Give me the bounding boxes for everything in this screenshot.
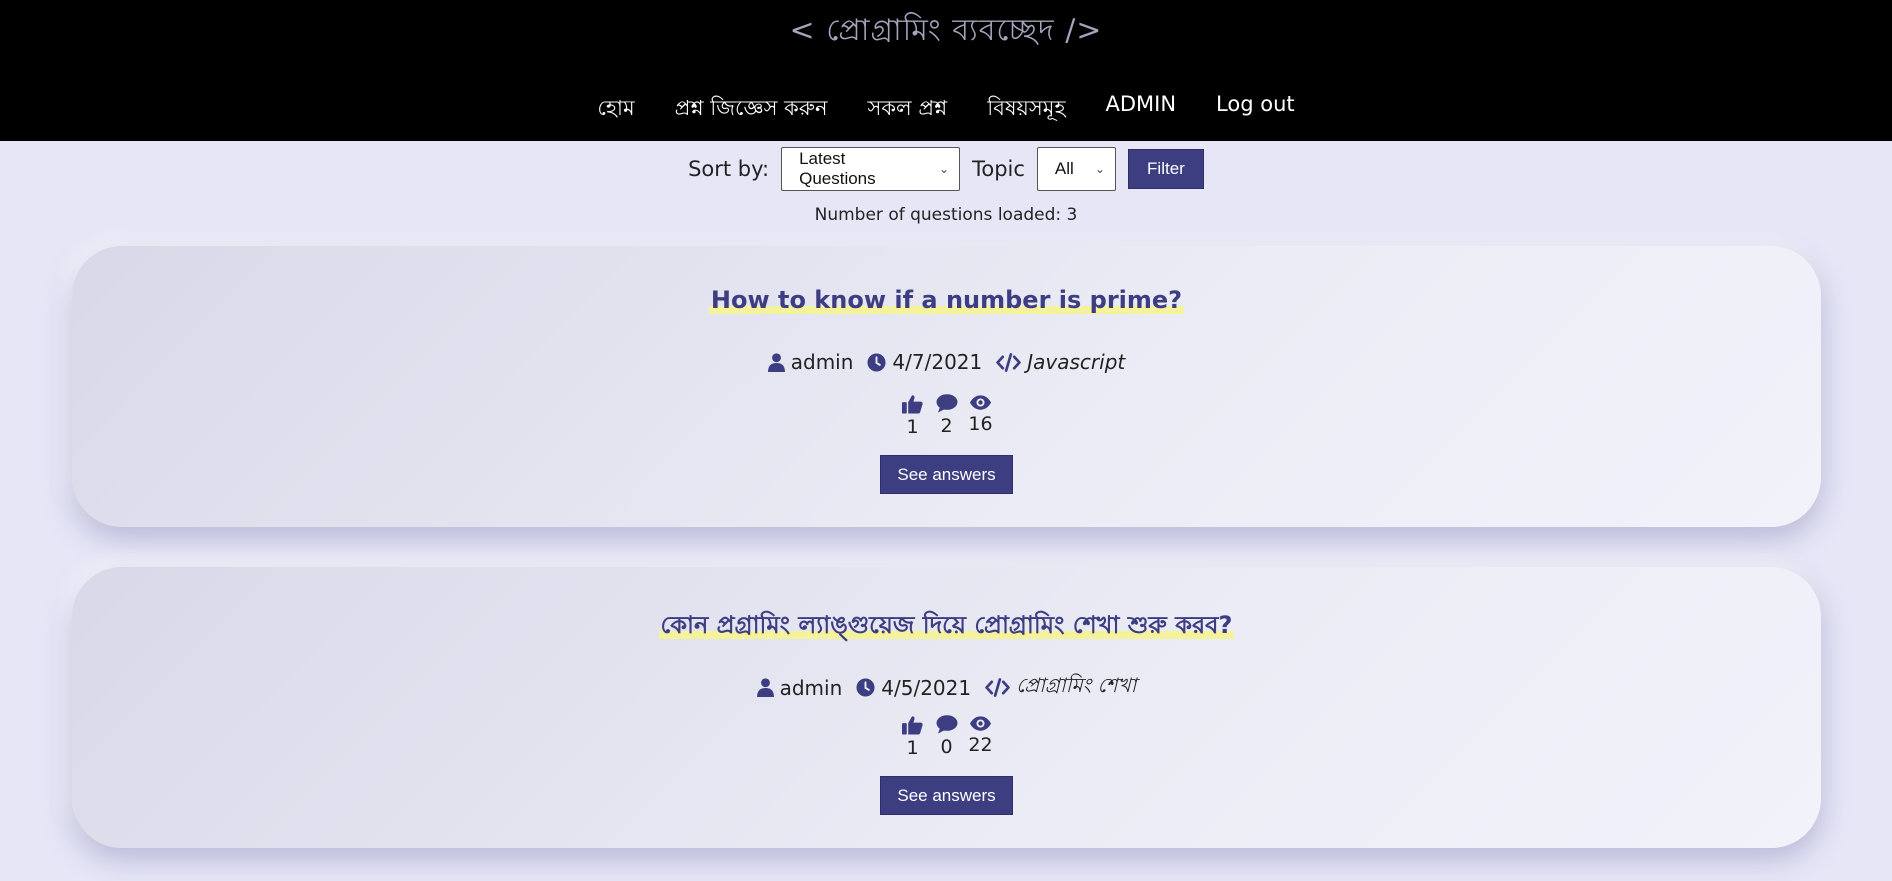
question-card: How to know if a number is prime? admin … <box>72 246 1821 527</box>
filter-bar: Sort by: Latest Questions ⌄ Topic All ⌄ … <box>0 147 1892 191</box>
question-card: কোন প্রগ্রামিং ল্যাঙ্গুয়েজ দিয়ে প্রোগ্… <box>72 567 1821 848</box>
eye-icon <box>969 716 992 731</box>
comment-icon <box>936 715 957 734</box>
question-meta: admin 4/7/2021 Javascript <box>72 350 1821 374</box>
questions-count: Number of questions loaded: 3 <box>814 205 1078 225</box>
sort-select-value: Latest Questions <box>799 149 876 188</box>
topic-select[interactable]: All ⌄ <box>1036 147 1116 191</box>
thumbs-up-icon <box>902 716 923 735</box>
chevron-down-icon: ⌄ <box>939 162 950 176</box>
views-stat[interactable]: 22 <box>968 715 993 759</box>
main-nav: হোম প্রশ্ন জিজ্ঞেস করুন সকল প্রশ্ন বিষয়… <box>0 92 1892 127</box>
code-icon <box>985 678 1010 697</box>
comment-icon <box>936 394 957 413</box>
likes-stat[interactable]: 1 <box>901 715 925 759</box>
topic-link[interactable]: প্রোগ্রামিং শেখা <box>985 671 1136 704</box>
user-icon <box>756 678 774 697</box>
eye-icon <box>969 395 992 410</box>
question-stats: 1 2 16 <box>72 394 1821 438</box>
sort-select[interactable]: Latest Questions ⌄ <box>781 147 961 191</box>
thumbs-up-icon <box>902 395 923 414</box>
date: 4/5/2021 <box>856 676 971 700</box>
author: admin <box>756 676 842 700</box>
question-meta: admin 4/5/2021 প্রোগ্রামিং শেখা <box>72 671 1821 704</box>
views-stat[interactable]: 16 <box>968 394 993 438</box>
author: admin <box>767 350 853 374</box>
nav-topics[interactable]: বিষয়সমূহ <box>987 92 1065 127</box>
nav-admin[interactable]: ADMIN <box>1105 92 1176 127</box>
user-icon <box>767 352 785 372</box>
comments-stat[interactable]: 2 <box>935 394 959 438</box>
question-stats: 1 0 22 <box>72 715 1821 759</box>
topic-link[interactable]: Javascript <box>996 350 1125 374</box>
question-title[interactable]: কোন প্রগ্রামিং ল্যাঙ্গুয়েজ দিয়ে প্রোগ্… <box>72 607 1821 647</box>
comments-stat[interactable]: 0 <box>935 715 959 759</box>
date: 4/7/2021 <box>867 350 982 374</box>
site-title[interactable]: < প্রোগ্রামিং ব্যবচ্ছেদ /> <box>0 6 1892 57</box>
nav-logout[interactable]: Log out <box>1216 92 1295 127</box>
nav-ask-question[interactable]: প্রশ্ন জিজ্ঞেস করুন <box>675 92 828 127</box>
filter-button[interactable]: Filter <box>1127 149 1204 189</box>
topic-label: Topic <box>972 157 1025 181</box>
top-navbar: < প্রোগ্রামিং ব্যবচ্ছেদ /> হোম প্রশ্ন জি… <box>0 0 1892 141</box>
chevron-down-icon: ⌄ <box>1094 162 1105 176</box>
question-title[interactable]: How to know if a number is prime? <box>72 286 1821 314</box>
topic-select-value: All <box>1054 159 1074 178</box>
clock-icon <box>867 352 886 372</box>
nav-all-questions[interactable]: সকল প্রশ্ন <box>867 92 947 127</box>
likes-stat[interactable]: 1 <box>901 394 925 438</box>
code-icon <box>996 352 1022 372</box>
sort-label: Sort by: <box>688 157 770 181</box>
see-answers-button[interactable]: See answers <box>880 776 1013 815</box>
see-answers-button[interactable]: See answers <box>880 455 1013 494</box>
nav-home[interactable]: হোম <box>597 92 634 127</box>
clock-icon <box>856 678 875 697</box>
